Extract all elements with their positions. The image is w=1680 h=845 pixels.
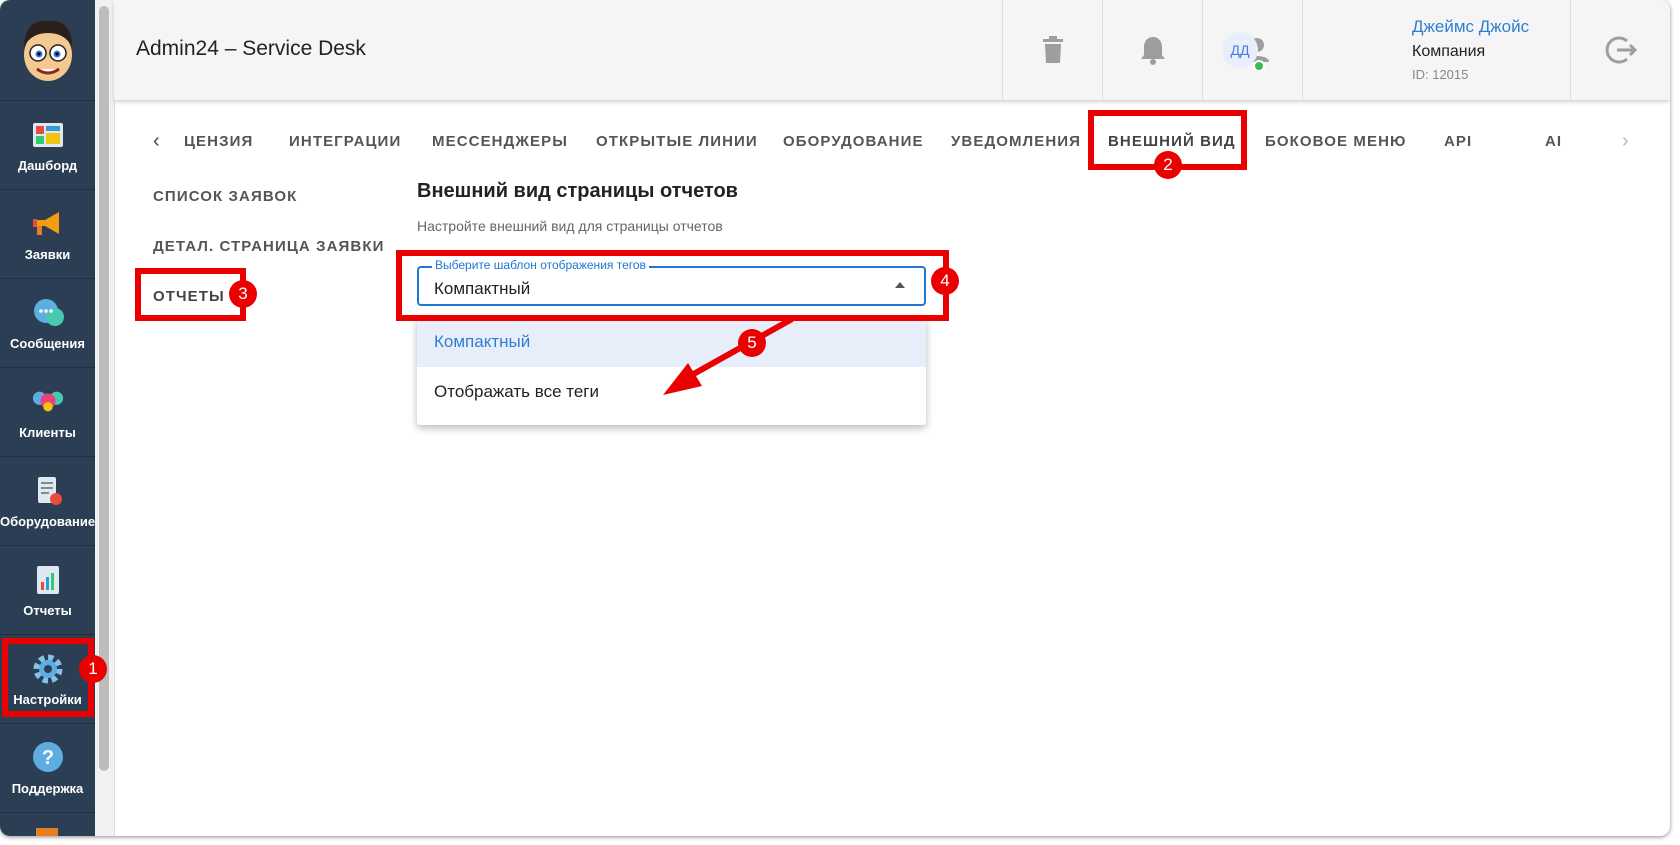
annotation-badge-5: 5 xyxy=(738,329,766,357)
app-window: Дашборд Заявки Сообщения Клиенты Оборудо xyxy=(0,0,1670,836)
annotation-arrow xyxy=(663,316,794,395)
annotation-arrow-head xyxy=(663,363,702,395)
